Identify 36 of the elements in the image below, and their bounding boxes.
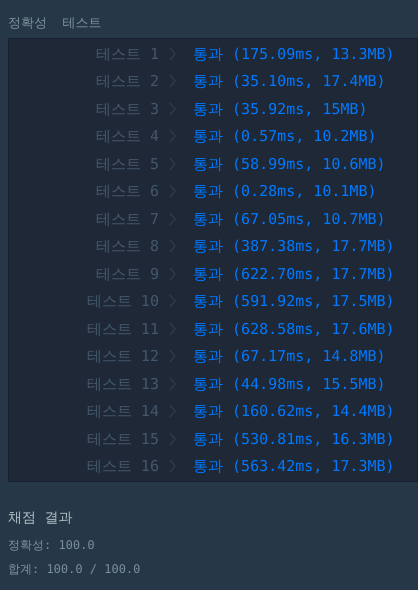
test-result: 통과 (387.38ms, 17.7MB) [193,236,395,257]
test-result: 통과 (67.05ms, 10.7MB) [193,208,386,230]
chevron-icon [169,294,176,308]
test-result: 통과 (67.17ms, 14.8MB) [193,346,386,367]
chevron-icon [169,349,176,364]
chevron-icon [169,459,176,474]
chevron-icon [169,184,176,198]
test-result: 통과 (160.62ms, 14.4MB) [193,401,395,422]
test-result: 통과 (0.28ms, 10.1MB) [193,181,377,202]
chevron-icon [169,46,176,61]
chevron-icon [169,322,176,336]
section-title: 정확성 테스트 [7,15,103,32]
test-result: 통과 (58.99ms, 10.6MB) [193,154,386,174]
test-result: 통과 (591.92ms, 17.5MB) [193,291,395,312]
total-score: 합계: 100.0 / 100.0 [8,561,142,578]
test-result: 통과 (35.92ms, 15MB) [193,98,368,120]
test-result: 통과 (44.98ms, 15.5MB) [193,374,386,394]
chevron-icon [169,432,176,446]
test-result: 통과 (0.57ms, 10.2MB) [193,126,377,147]
chevron-icon [169,212,176,226]
test-result: 통과 (35.10ms, 17.4MB) [193,71,386,92]
test-result: 통과 (563.42ms, 17.3MB) [193,456,395,477]
accuracy-score: 정확성: 100.0 [8,537,96,554]
test-result: 통과 (175.09ms, 13.3MB) [193,44,395,64]
chevron-icon [169,266,176,281]
test-result: 통과 (628.58ms, 17.6MB) [193,318,395,340]
chevron-icon [169,404,176,418]
chevron-icon [169,376,176,391]
chevron-icon [169,74,176,88]
test-result: 통과 (530.81ms, 16.3MB) [193,428,395,450]
chevron-icon [169,102,176,116]
test-result: 통과 (622.70ms, 17.7MB) [193,264,395,284]
chevron-icon [169,156,176,171]
summary-title: 채점 결과 [8,509,74,528]
chevron-icon [169,239,176,254]
chevron-icon [169,129,176,144]
